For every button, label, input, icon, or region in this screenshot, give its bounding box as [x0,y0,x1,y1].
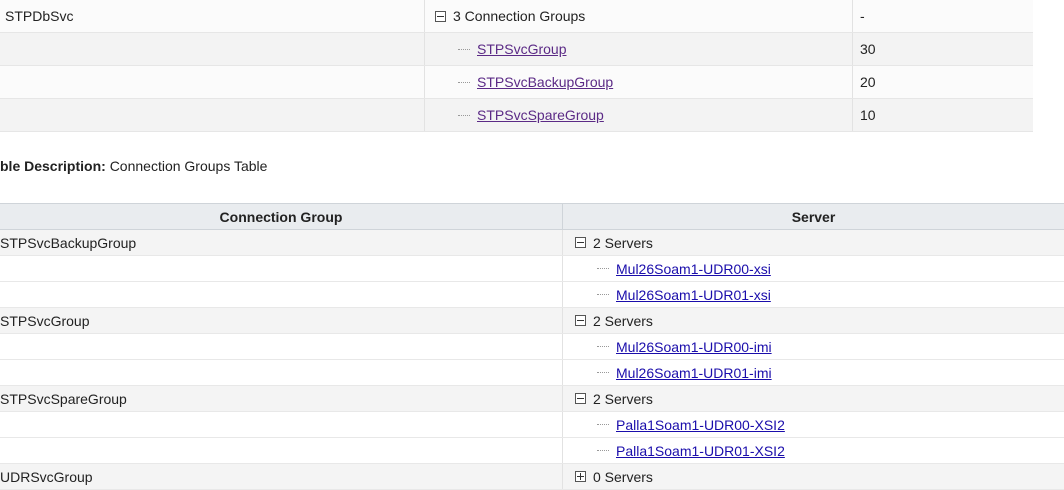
server-count-cell: 2 Servers [562,386,1064,411]
server-count: 2 Servers [593,312,653,329]
server-count-cell: 0 Servers [562,464,1064,489]
expand-icon[interactable] [575,471,586,482]
connection-groups-count: 3 Connection Groups [453,8,586,24]
table-row: STPSvcBackupGroup 2 Servers [0,230,1064,256]
server-count: 0 Servers [593,468,653,485]
table-row: Mul26Soam1-UDR01-xsi [0,282,1064,308]
connection-group-cell: STPSvcGroup [424,33,852,65]
tree-connector-icon [597,450,609,451]
table-row: Palla1Soam1-UDR01-XSI2 [0,438,1064,464]
server-cell: Mul26Soam1-UDR00-imi [562,334,1064,359]
connection-group-name: STPSvcGroup [0,312,90,329]
table-row: STPSvcGroup 2 Servers [0,308,1064,334]
connection-group-link[interactable]: STPSvcGroup [477,41,566,57]
table-header: Connection Group Server [0,203,1064,230]
empty-cell [0,438,562,463]
connection-group-name: STPSvcSpareGroup [0,390,127,407]
server-cell: Mul26Soam1-UDR01-xsi [562,282,1064,307]
connection-group-name: UDRSvcGroup [0,468,93,485]
table-row: Mul26Soam1-UDR00-imi [0,334,1064,360]
service-name [0,66,424,98]
table-description-label: ble Description: [0,158,106,174]
collapse-icon[interactable] [575,315,586,326]
empty-cell [0,360,562,385]
server-link[interactable]: Mul26Soam1-UDR01-imi [616,365,772,381]
tree-connector-icon [458,48,470,50]
table-row: Mul26Soam1-UDR00-xsi [0,256,1064,282]
weight-value: - [852,0,1033,32]
empty-cell [0,256,562,281]
service-name [0,99,424,131]
collapse-icon[interactable] [575,393,586,404]
connection-groups-cell: 3 Connection Groups [424,0,852,32]
connection-group-link[interactable]: STPSvcSpareGroup [477,107,604,123]
connection-group-link[interactable]: STPSvcBackupGroup [477,74,613,90]
connection-groups-table: Connection Group Server STPSvcBackupGrou… [0,203,1064,490]
service-table: STPDbSvc 3 Connection Groups - STPSvcGro… [0,0,1033,132]
collapse-icon[interactable] [435,10,446,22]
table-row: STPSvcSpareGroup 2 Servers [0,386,1064,412]
weight-value: 10 [852,99,1033,131]
server-count: 2 Servers [593,234,653,251]
server-count: 2 Servers [593,390,653,407]
tree-connector-icon [597,346,609,347]
empty-cell [0,282,562,307]
tree-connector-icon [597,372,609,373]
tree-connector-icon [458,81,470,83]
service-name [0,33,424,65]
server-link[interactable]: Palla1Soam1-UDR01-XSI2 [616,443,785,459]
server-cell: Palla1Soam1-UDR00-XSI2 [562,412,1064,437]
server-link[interactable]: Mul26Soam1-UDR01-xsi [616,287,771,303]
server-cell: Mul26Soam1-UDR01-imi [562,360,1064,385]
table-row: STPSvcBackupGroup 20 [0,66,1033,99]
empty-cell [0,412,562,437]
weight-value: 30 [852,33,1033,65]
tree-connector-icon [597,424,609,425]
tree-connector-icon [597,294,609,295]
weight-value: 20 [852,66,1033,98]
table-row: STPDbSvc 3 Connection Groups - [0,0,1033,33]
table-row: STPSvcSpareGroup 10 [0,99,1033,132]
connection-group-cell: STPSvcBackupGroup [424,66,852,98]
tree-connector-icon [458,114,470,116]
service-name: STPDbSvc [5,8,74,24]
tree-connector-icon [597,268,609,269]
table-row: UDRSvcGroup 0 Servers [0,464,1064,490]
table-row: STPSvcGroup 30 [0,33,1033,66]
connection-group-name: STPSvcBackupGroup [0,234,137,251]
server-count-cell: 2 Servers [562,308,1064,333]
server-link[interactable]: Palla1Soam1-UDR00-XSI2 [616,417,785,433]
server-count-cell: 2 Servers [562,230,1064,255]
server-link[interactable]: Mul26Soam1-UDR00-xsi [616,261,771,277]
column-header-connection-group[interactable]: Connection Group [0,204,562,229]
connection-group-cell: STPSvcSpareGroup [424,99,852,131]
server-cell: Palla1Soam1-UDR01-XSI2 [562,438,1064,463]
collapse-icon[interactable] [575,237,586,248]
server-cell: Mul26Soam1-UDR00-xsi [562,256,1064,281]
empty-cell [0,334,562,359]
table-row: Palla1Soam1-UDR00-XSI2 [0,412,1064,438]
table-description-value: Connection Groups Table [109,158,268,174]
table-row: Mul26Soam1-UDR01-imi [0,360,1064,386]
server-link[interactable]: Mul26Soam1-UDR00-imi [616,339,772,355]
column-header-server[interactable]: Server [562,204,1064,229]
table-description: ble Description: Connection Groups Table [0,158,267,174]
